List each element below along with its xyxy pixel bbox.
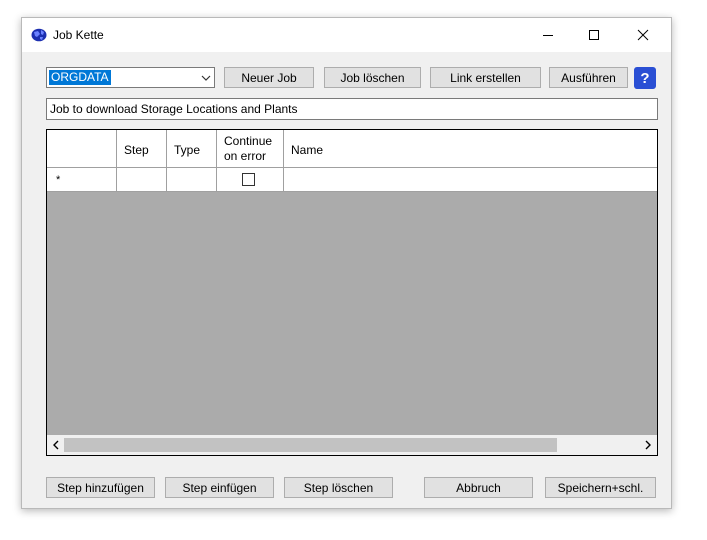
continue-on-error-checkbox[interactable]: [242, 173, 255, 186]
create-link-button[interactable]: Link erstellen: [430, 67, 541, 88]
minimize-icon: [543, 35, 553, 36]
help-button[interactable]: ?: [634, 67, 656, 89]
new-row-marker: *: [56, 174, 61, 186]
job-select[interactable]: ORGDATA: [46, 67, 215, 88]
execute-button[interactable]: Ausführen: [549, 67, 628, 88]
maximize-button[interactable]: [571, 18, 617, 52]
globe-app-icon: [31, 28, 47, 42]
column-header-step[interactable]: Step: [117, 130, 167, 168]
new-row-continue-cell[interactable]: [217, 168, 284, 192]
chevron-left-icon: [53, 440, 59, 450]
job-description-field[interactable]: Job to download Storage Locations and Pl…: [46, 98, 658, 120]
add-step-button[interactable]: Step hinzufügen: [46, 477, 155, 498]
scroll-right-button[interactable]: [641, 438, 655, 452]
horizontal-scrollbar[interactable]: [47, 435, 657, 455]
delete-job-button[interactable]: Job löschen: [324, 67, 421, 88]
maximize-icon: [589, 30, 599, 40]
new-job-button[interactable]: Neuer Job: [224, 67, 314, 88]
window-title: Job Kette: [53, 28, 104, 42]
column-header-step-label: Step: [124, 143, 149, 157]
minimize-button[interactable]: [525, 18, 571, 52]
job-kette-window: Job Kette ORGDATA Neuer Job Job löschen …: [21, 17, 672, 509]
column-header-type-label: Type: [174, 143, 201, 157]
chevron-down-icon[interactable]: [200, 72, 212, 84]
job-steps-grid[interactable]: Step Type Continue on error Name *: [46, 129, 658, 456]
new-row-type-cell[interactable]: [167, 168, 217, 192]
new-row-step-cell[interactable]: [117, 168, 167, 192]
new-row-name-cell[interactable]: [284, 168, 657, 192]
title-bar[interactable]: Job Kette: [22, 18, 671, 52]
job-select-value: ORGDATA: [49, 70, 111, 85]
scroll-left-button[interactable]: [49, 438, 63, 452]
row-header-corner: [47, 130, 117, 168]
close-button[interactable]: [620, 18, 666, 52]
column-header-name-label: Name: [291, 143, 324, 157]
column-header-continue-line2: on error: [224, 149, 267, 163]
column-header-name[interactable]: Name: [284, 130, 657, 168]
chevron-right-icon: [645, 440, 651, 450]
new-row-header[interactable]: *: [47, 168, 117, 192]
column-header-continue-on-error[interactable]: Continue on error: [217, 130, 284, 168]
delete-step-button[interactable]: Step löschen: [284, 477, 393, 498]
insert-step-button[interactable]: Step einfügen: [165, 477, 274, 498]
column-header-type[interactable]: Type: [167, 130, 217, 168]
close-icon: [637, 29, 649, 41]
cancel-button[interactable]: Abbruch: [424, 477, 533, 498]
column-header-continue-line1: Continue: [224, 134, 273, 148]
save-close-button[interactable]: Speichern+schl.: [545, 477, 656, 498]
scrollbar-thumb[interactable]: [64, 438, 557, 452]
